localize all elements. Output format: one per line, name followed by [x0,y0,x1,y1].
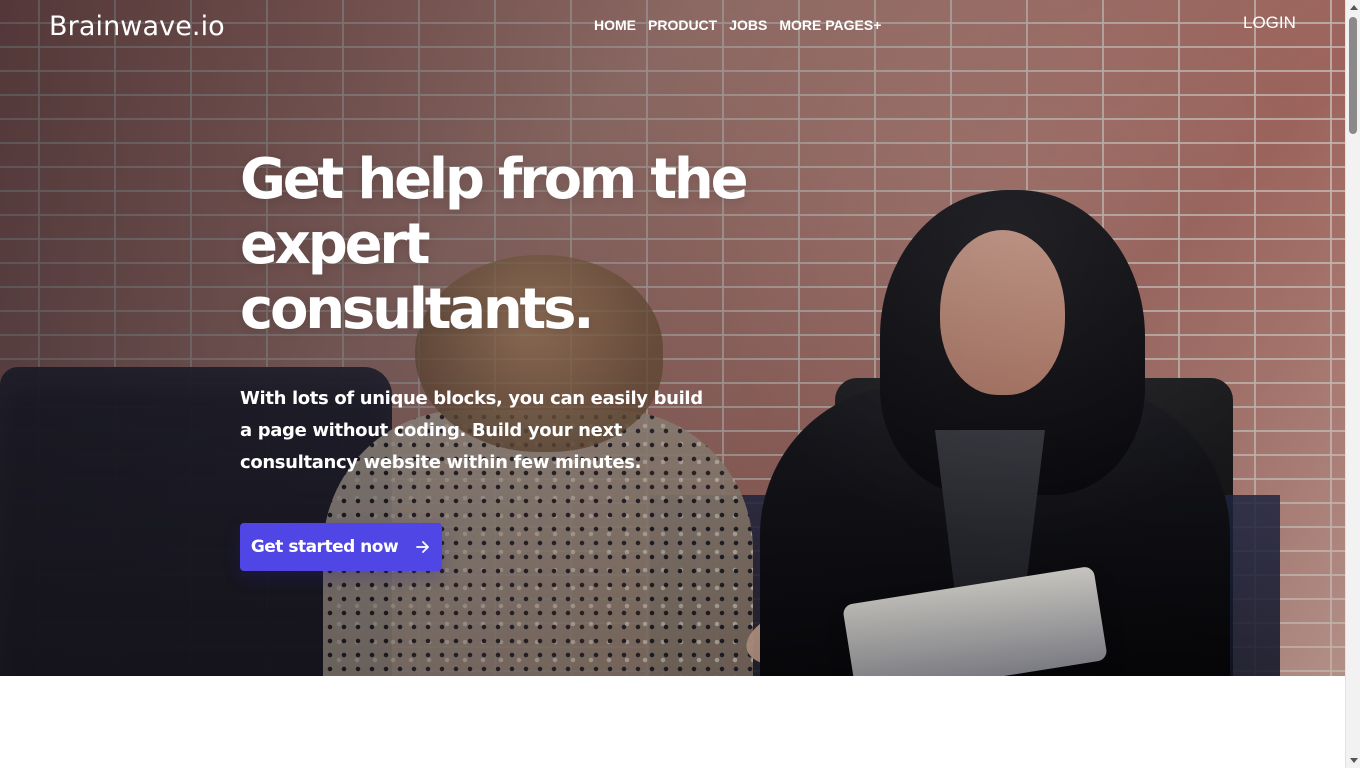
login-link[interactable]: LOGIN [1243,11,1296,35]
scrollbar-thumb[interactable] [1349,17,1357,134]
nav-product-link[interactable]: PRODUCT [648,15,717,35]
arrow-right-icon [415,539,431,555]
scroll-down-icon[interactable] [1350,758,1358,763]
hero-section: Brainwave.io HOME PRODUCT JOBS MORE PAGE… [0,0,1345,676]
hero-content: Get help from the expert consultants. Wi… [240,147,750,571]
hero-title: Get help from the expert consultants. [240,147,749,342]
top-navigation: Brainwave.io HOME PRODUCT JOBS MORE PAGE… [0,0,1345,54]
scroll-up-icon[interactable] [1350,5,1358,10]
landing-page: Brainwave.io HOME PRODUCT JOBS MORE PAGE… [0,0,1360,768]
primary-navigation: HOME PRODUCT JOBS MORE PAGES+ [594,15,881,35]
nav-more-pages-link[interactable]: MORE PAGES+ [779,15,881,35]
get-started-button[interactable]: Get started now [240,523,442,571]
nav-jobs-link[interactable]: JOBS [729,15,767,35]
hero-description: With lots of unique blocks, you can easi… [240,388,703,473]
vertical-scrollbar[interactable] [1345,0,1360,768]
nav-home-link[interactable]: HOME [594,15,636,35]
get-started-label: Get started now [250,537,399,557]
below-fold-section [0,676,1345,768]
brand-logo-link[interactable]: Brainwave.io [49,8,225,46]
